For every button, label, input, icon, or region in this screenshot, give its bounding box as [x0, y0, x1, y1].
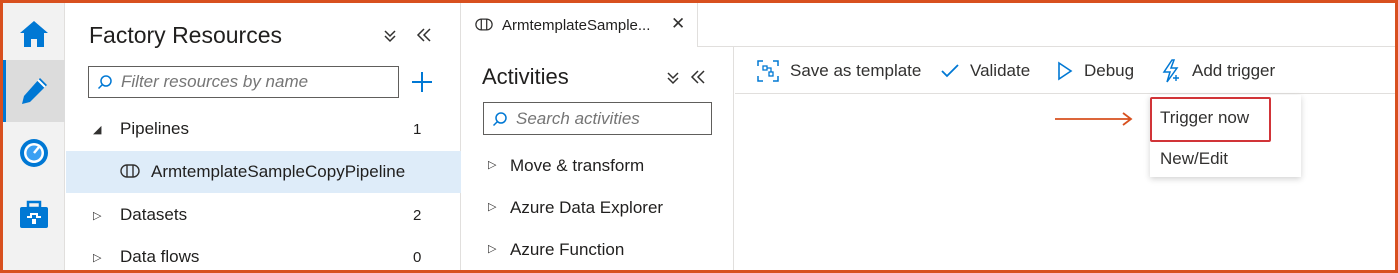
- left-nav-rail: [3, 3, 65, 270]
- caret-collapsed-icon[interactable]: ▷: [93, 251, 101, 264]
- tree-item-count: 1: [413, 120, 422, 138]
- highlight-box: [1150, 97, 1271, 142]
- pipeline-toolbar: Save as template Validate Debug Add trig…: [735, 47, 1395, 94]
- caret-expanded-icon[interactable]: ◢: [93, 123, 101, 136]
- tree-item-pipelines[interactable]: ◢ Pipelines 1: [66, 109, 461, 149]
- tree-item-pipeline-armtemplate[interactable]: ArmtemplateSampleCopyPipeline: [66, 151, 461, 193]
- activities-title: Activities: [482, 64, 569, 89]
- activity-group-label: Azure Data Explorer: [510, 198, 664, 217]
- tree-item-label: Pipelines: [120, 119, 189, 138]
- search-icon: [97, 75, 112, 90]
- factory-resources-panel: Factory Resources ◢ Pipelines 1: [66, 3, 461, 270]
- collapse-panel-icon[interactable]: [416, 28, 432, 42]
- screenshot-frame: Factory Resources ◢ Pipelines 1: [0, 0, 1398, 273]
- debug-label: Debug: [1084, 60, 1135, 80]
- pipeline-icon: [120, 164, 140, 178]
- tab-close-icon[interactable]: ✕: [671, 14, 685, 34]
- filter-resources-input[interactable]: [121, 72, 381, 92]
- tree-item-label: Data flows: [120, 247, 200, 266]
- collapse-panel-icon[interactable]: [690, 70, 706, 84]
- save-template-icon: [757, 59, 779, 82]
- search-icon: [492, 111, 507, 126]
- add-resource-plus-icon[interactable]: [409, 66, 435, 98]
- home-icon: [20, 21, 48, 47]
- tree-item-label: Datasets: [120, 205, 188, 224]
- validate-label: Validate: [970, 60, 1031, 80]
- add-trigger-button[interactable]: Add trigger: [1161, 47, 1275, 94]
- author-nav-button[interactable]: [3, 60, 65, 122]
- collapse-all-icon[interactable]: [666, 71, 680, 85]
- add-trigger-label: Add trigger: [1192, 60, 1276, 80]
- checkmark-icon: [941, 63, 959, 77]
- monitor-gauge-icon: [20, 139, 48, 167]
- pipeline-icon: [475, 18, 493, 31]
- callout-arrow-icon: [1055, 112, 1133, 126]
- tree-item-count: 2: [413, 206, 422, 224]
- filter-resources-box[interactable]: [88, 66, 399, 98]
- search-activities-input[interactable]: [516, 108, 706, 129]
- menu-item-label: New/Edit: [1160, 149, 1229, 168]
- tree-item-count: 0: [413, 248, 422, 266]
- tree-item-datasets[interactable]: ▷ Datasets 2: [66, 195, 461, 235]
- save-as-template-label: Save as template: [790, 60, 922, 80]
- monitor-nav-button[interactable]: [3, 122, 65, 184]
- caret-collapsed-icon[interactable]: ▷: [488, 242, 496, 255]
- validate-button[interactable]: Validate: [941, 47, 1030, 94]
- tabstrip-empty-area: [698, 3, 1395, 47]
- tree-item-data-flows[interactable]: ▷ Data flows 0: [66, 237, 461, 270]
- play-icon: [1058, 61, 1073, 80]
- caret-collapsed-icon[interactable]: ▷: [93, 209, 101, 222]
- toolbox-icon: [20, 200, 48, 228]
- search-activities-box[interactable]: [483, 102, 712, 135]
- pipeline-tab[interactable]: ArmtemplateSample... ✕: [462, 3, 698, 47]
- debug-button[interactable]: Debug: [1057, 47, 1134, 94]
- tab-title: ArmtemplateSample...: [502, 17, 651, 34]
- activity-group-label: Move & transform: [510, 156, 645, 175]
- lightning-bolt-icon: [1162, 58, 1179, 82]
- activity-group-azure-function[interactable]: ▷ Azure Function: [462, 230, 734, 270]
- activity-group-label: Azure Function: [510, 240, 625, 259]
- pencil-icon: [22, 78, 47, 104]
- tree-item-label: ArmtemplateSampleCopyPipeline: [151, 162, 406, 181]
- caret-collapsed-icon[interactable]: ▷: [488, 158, 496, 171]
- manage-nav-button[interactable]: [3, 184, 65, 246]
- activity-group-move-transform[interactable]: ▷ Move & transform: [462, 146, 734, 186]
- home-nav-button[interactable]: [3, 3, 65, 65]
- menu-item-new-edit[interactable]: New/Edit: [1150, 138, 1301, 178]
- activity-group-azure-data-explorer[interactable]: ▷ Azure Data Explorer: [462, 188, 734, 228]
- factory-resources-title: Factory Resources: [89, 22, 283, 48]
- collapse-all-icon[interactable]: [383, 29, 397, 43]
- save-as-template-button[interactable]: Save as template: [757, 47, 921, 94]
- caret-collapsed-icon[interactable]: ▷: [488, 200, 496, 213]
- activities-panel: Activities ▷ Move & transform ▷ Azure Da…: [462, 47, 734, 270]
